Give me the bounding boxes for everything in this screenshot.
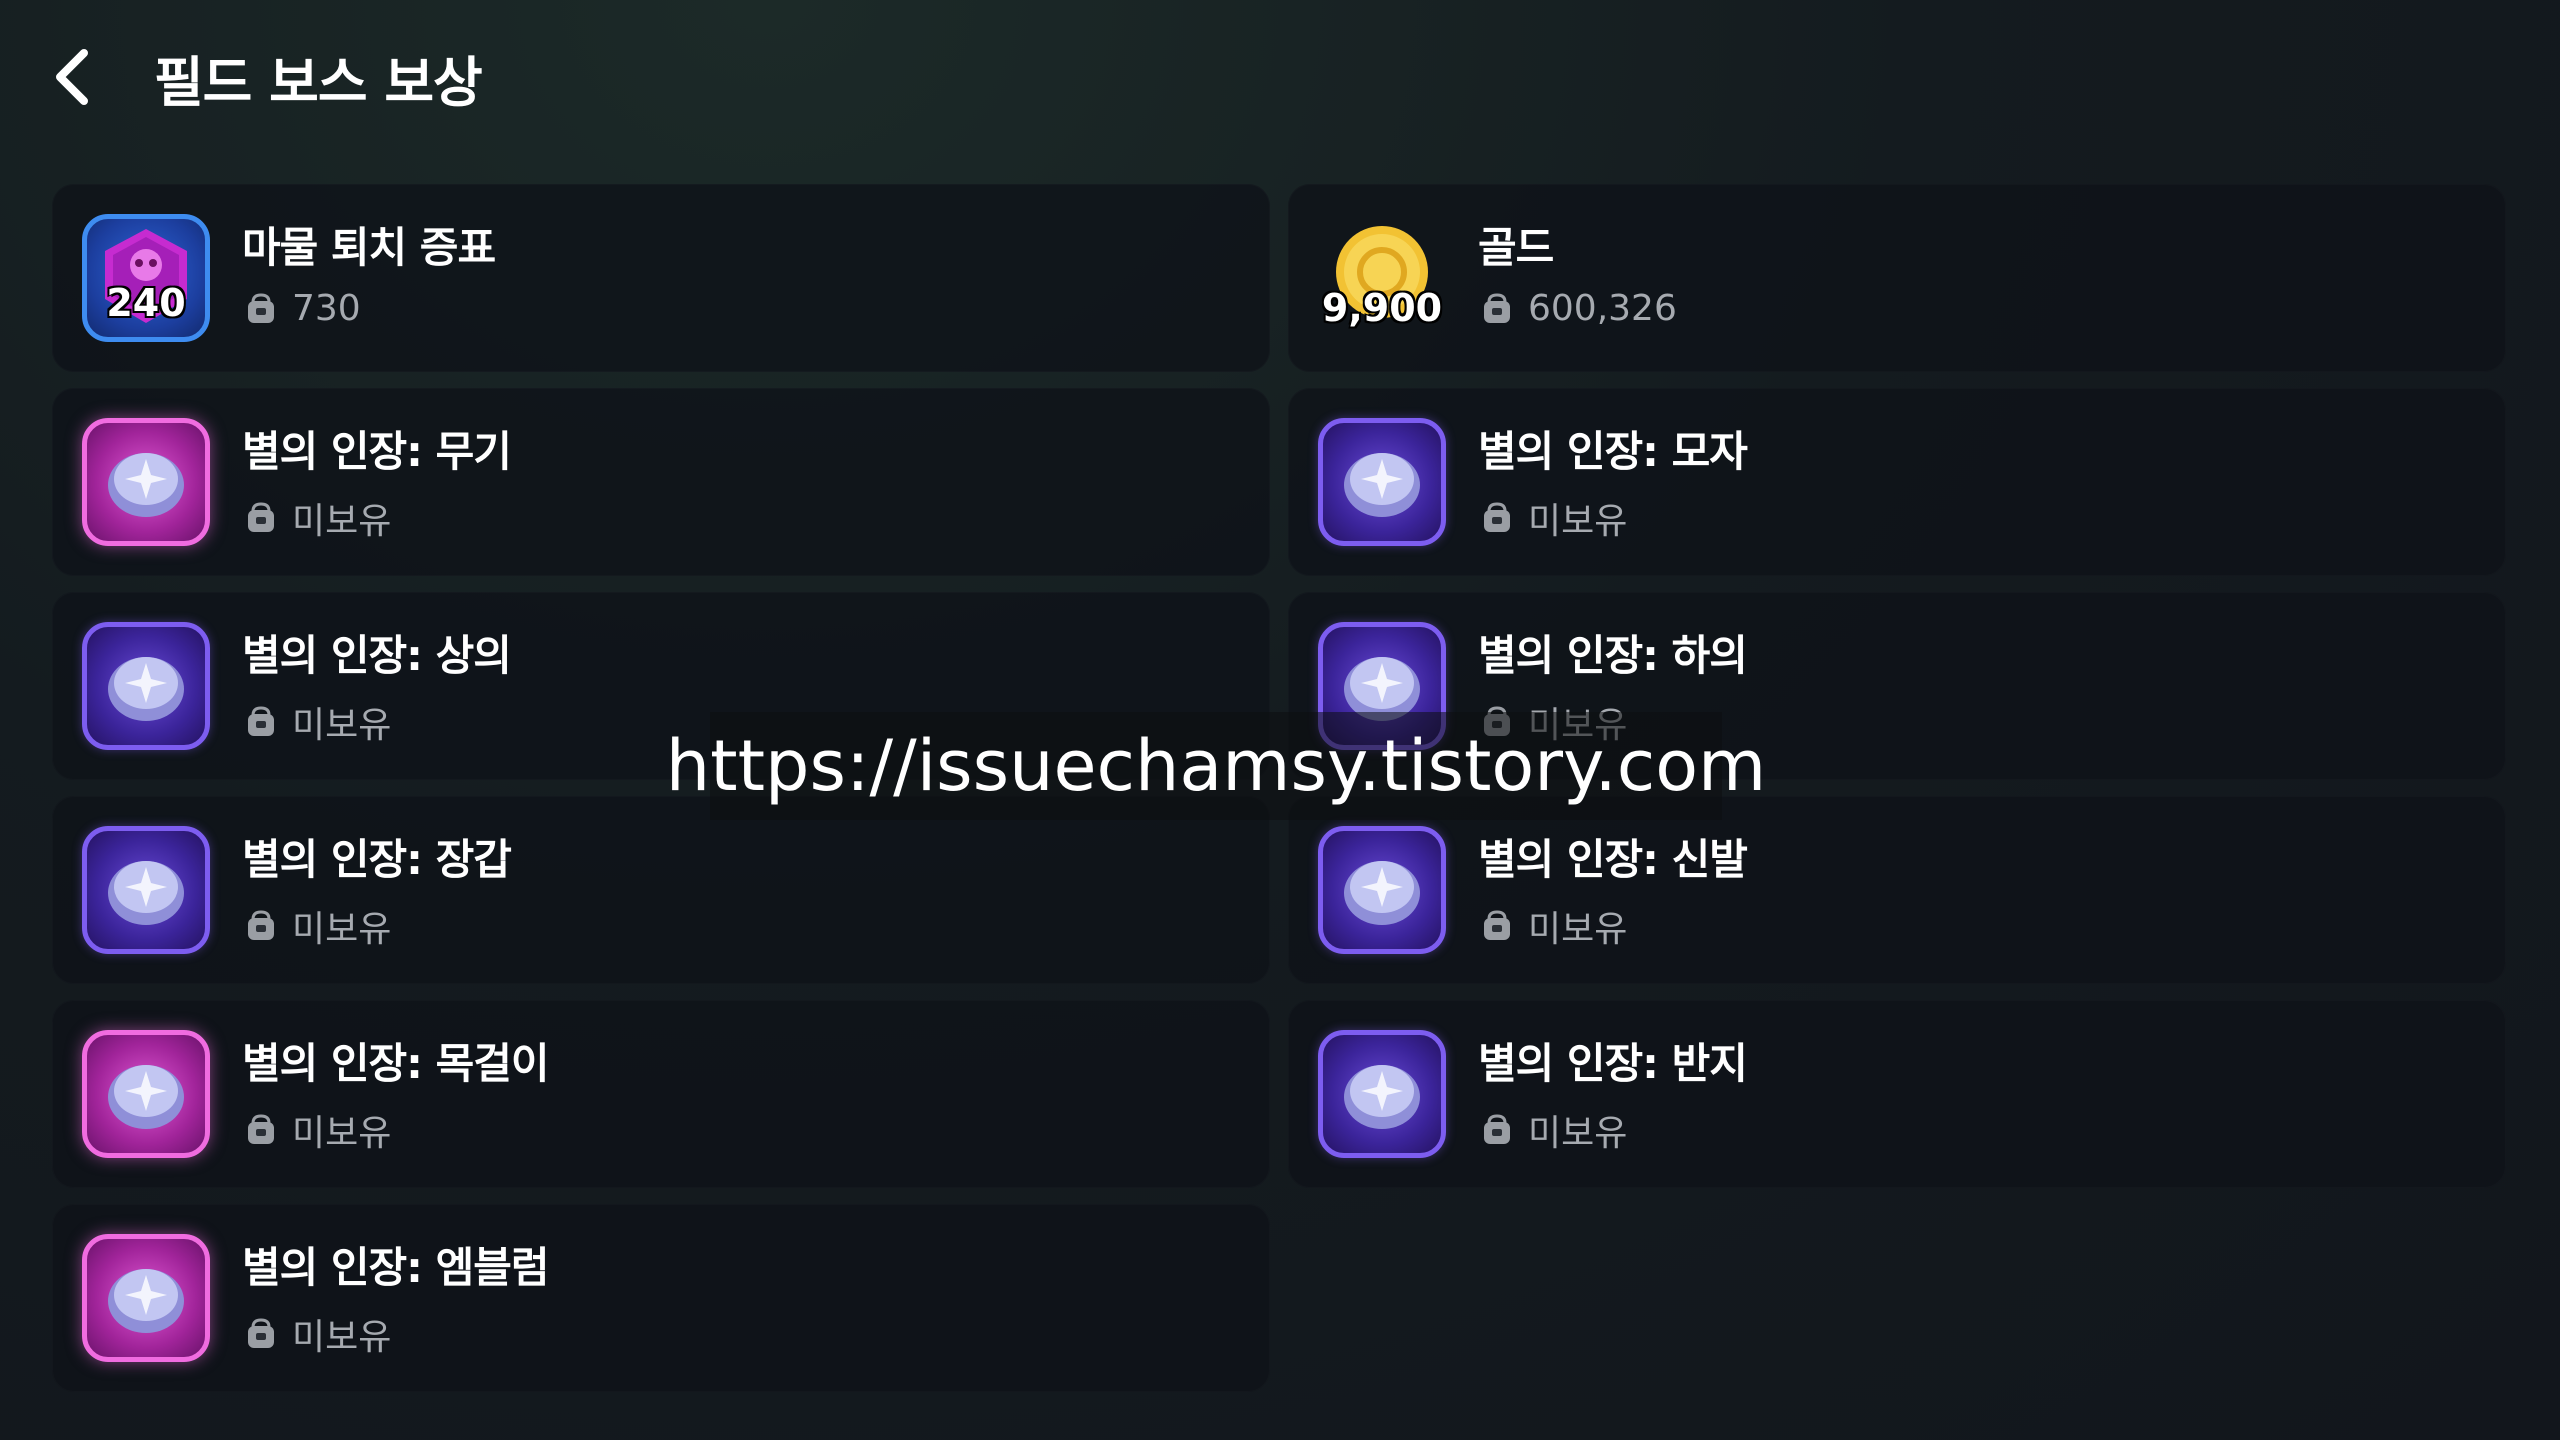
inventory-bag-icon bbox=[248, 292, 274, 323]
reward-icon bbox=[1318, 826, 1446, 954]
reward-name: 별의 인장: 상의 bbox=[242, 631, 512, 680]
reward-name: 별의 인장: 목걸이 bbox=[242, 1039, 550, 1088]
inventory-bag-icon bbox=[248, 502, 274, 532]
inventory-bag-icon bbox=[248, 706, 274, 736]
owned-count: 미보유 bbox=[244, 1308, 391, 1360]
reward-card[interactable]: 별의 인장: 반지 미보유 bbox=[1288, 1000, 2506, 1188]
owned-value: 미보유 bbox=[292, 909, 392, 950]
owned-count: 미보유 bbox=[244, 900, 391, 952]
reward-icon bbox=[1318, 1030, 1446, 1158]
star-seal-icon bbox=[82, 622, 210, 750]
reward-icon bbox=[82, 622, 210, 750]
inventory-bag-icon bbox=[1484, 292, 1510, 323]
reward-quantity: 240 bbox=[106, 281, 186, 325]
star-seal-icon bbox=[82, 826, 210, 954]
owned-value: 미보유 bbox=[1528, 909, 1628, 950]
reward-name: 별의 인장: 엠블럼 bbox=[242, 1243, 550, 1292]
owned-value: 600,326 bbox=[1528, 288, 1677, 329]
inventory-bag-icon bbox=[1484, 910, 1510, 940]
inventory-bag-icon bbox=[248, 1318, 274, 1348]
star-seal-icon bbox=[82, 1234, 210, 1362]
reward-card[interactable]: 9,900 골드 600,326 bbox=[1288, 184, 2506, 372]
reward-icon bbox=[82, 826, 210, 954]
owned-value: 미보유 bbox=[292, 1113, 392, 1154]
reward-icon bbox=[82, 1030, 210, 1158]
owned-value: 730 bbox=[292, 288, 361, 329]
reward-name: 별의 인장: 모자 bbox=[1478, 427, 1748, 476]
reward-icon bbox=[82, 418, 210, 546]
owned-count: 미보유 bbox=[244, 1104, 391, 1156]
reward-card[interactable]: 240 마물 퇴치 증표 730 bbox=[52, 184, 1270, 372]
reward-icon bbox=[1318, 418, 1446, 546]
gold-coin-icon: 9,900 bbox=[1318, 214, 1446, 342]
reward-card[interactable]: 별의 인장: 모자 미보유 bbox=[1288, 388, 2506, 576]
owned-count: 미보유 bbox=[1480, 492, 1627, 544]
reward-name: 별의 인장: 신발 bbox=[1478, 835, 1748, 884]
star-seal-icon bbox=[1318, 826, 1446, 954]
reward-icon: 240 bbox=[82, 214, 210, 342]
owned-count: 미보유 bbox=[244, 492, 391, 544]
reward-card[interactable]: 별의 인장: 장갑 미보유 bbox=[52, 796, 1270, 984]
reward-card[interactable]: 별의 인장: 목걸이 미보유 bbox=[52, 1000, 1270, 1188]
monster-token-icon: 240 bbox=[82, 214, 210, 342]
owned-count: 730 bbox=[244, 288, 361, 329]
reward-name: 별의 인장: 반지 bbox=[1478, 1039, 1748, 1088]
owned-count: 미보유 bbox=[1480, 900, 1627, 952]
star-seal-icon bbox=[1318, 418, 1446, 546]
reward-card[interactable]: 별의 인장: 신발 미보유 bbox=[1288, 796, 2506, 984]
reward-name: 별의 인장: 하의 bbox=[1478, 631, 1748, 680]
owned-value: 미보유 bbox=[1528, 501, 1628, 542]
reward-icon: 9,900 bbox=[1318, 214, 1446, 342]
inventory-bag-icon bbox=[1484, 1114, 1510, 1144]
owned-value: 미보유 bbox=[292, 705, 392, 746]
star-seal-icon bbox=[1318, 1030, 1446, 1158]
owned-count: 미보유 bbox=[244, 696, 391, 748]
inventory-bag-icon bbox=[248, 910, 274, 940]
star-seal-icon bbox=[82, 418, 210, 546]
watermark-url: https://issuechamsy.tistory.com bbox=[666, 712, 1766, 820]
reward-quantity: 9,900 bbox=[1321, 286, 1443, 330]
inventory-bag-icon bbox=[248, 1114, 274, 1144]
star-seal-icon bbox=[82, 1030, 210, 1158]
reward-icon bbox=[82, 1234, 210, 1362]
owned-value: 미보유 bbox=[292, 1317, 392, 1358]
reward-name: 별의 인장: 무기 bbox=[242, 427, 512, 476]
header: 필드 보스 보상 bbox=[48, 38, 483, 116]
reward-name: 마물 퇴치 증표 bbox=[242, 223, 496, 272]
reward-name: 별의 인장: 장갑 bbox=[242, 835, 512, 884]
page-title: 필드 보스 보상 bbox=[154, 50, 483, 114]
inventory-bag-icon bbox=[1484, 502, 1510, 532]
reward-card[interactable]: 별의 인장: 무기 미보유 bbox=[52, 388, 1270, 576]
back-button[interactable] bbox=[48, 38, 96, 116]
owned-count: 미보유 bbox=[1480, 1104, 1627, 1156]
owned-value: 미보유 bbox=[1528, 1113, 1628, 1154]
reward-card[interactable]: 별의 인장: 엠블럼 미보유 bbox=[52, 1204, 1270, 1392]
owned-value: 미보유 bbox=[292, 501, 392, 542]
chevron-left-icon bbox=[56, 49, 88, 105]
reward-name: 골드 bbox=[1478, 223, 1554, 272]
owned-count: 600,326 bbox=[1480, 288, 1677, 329]
